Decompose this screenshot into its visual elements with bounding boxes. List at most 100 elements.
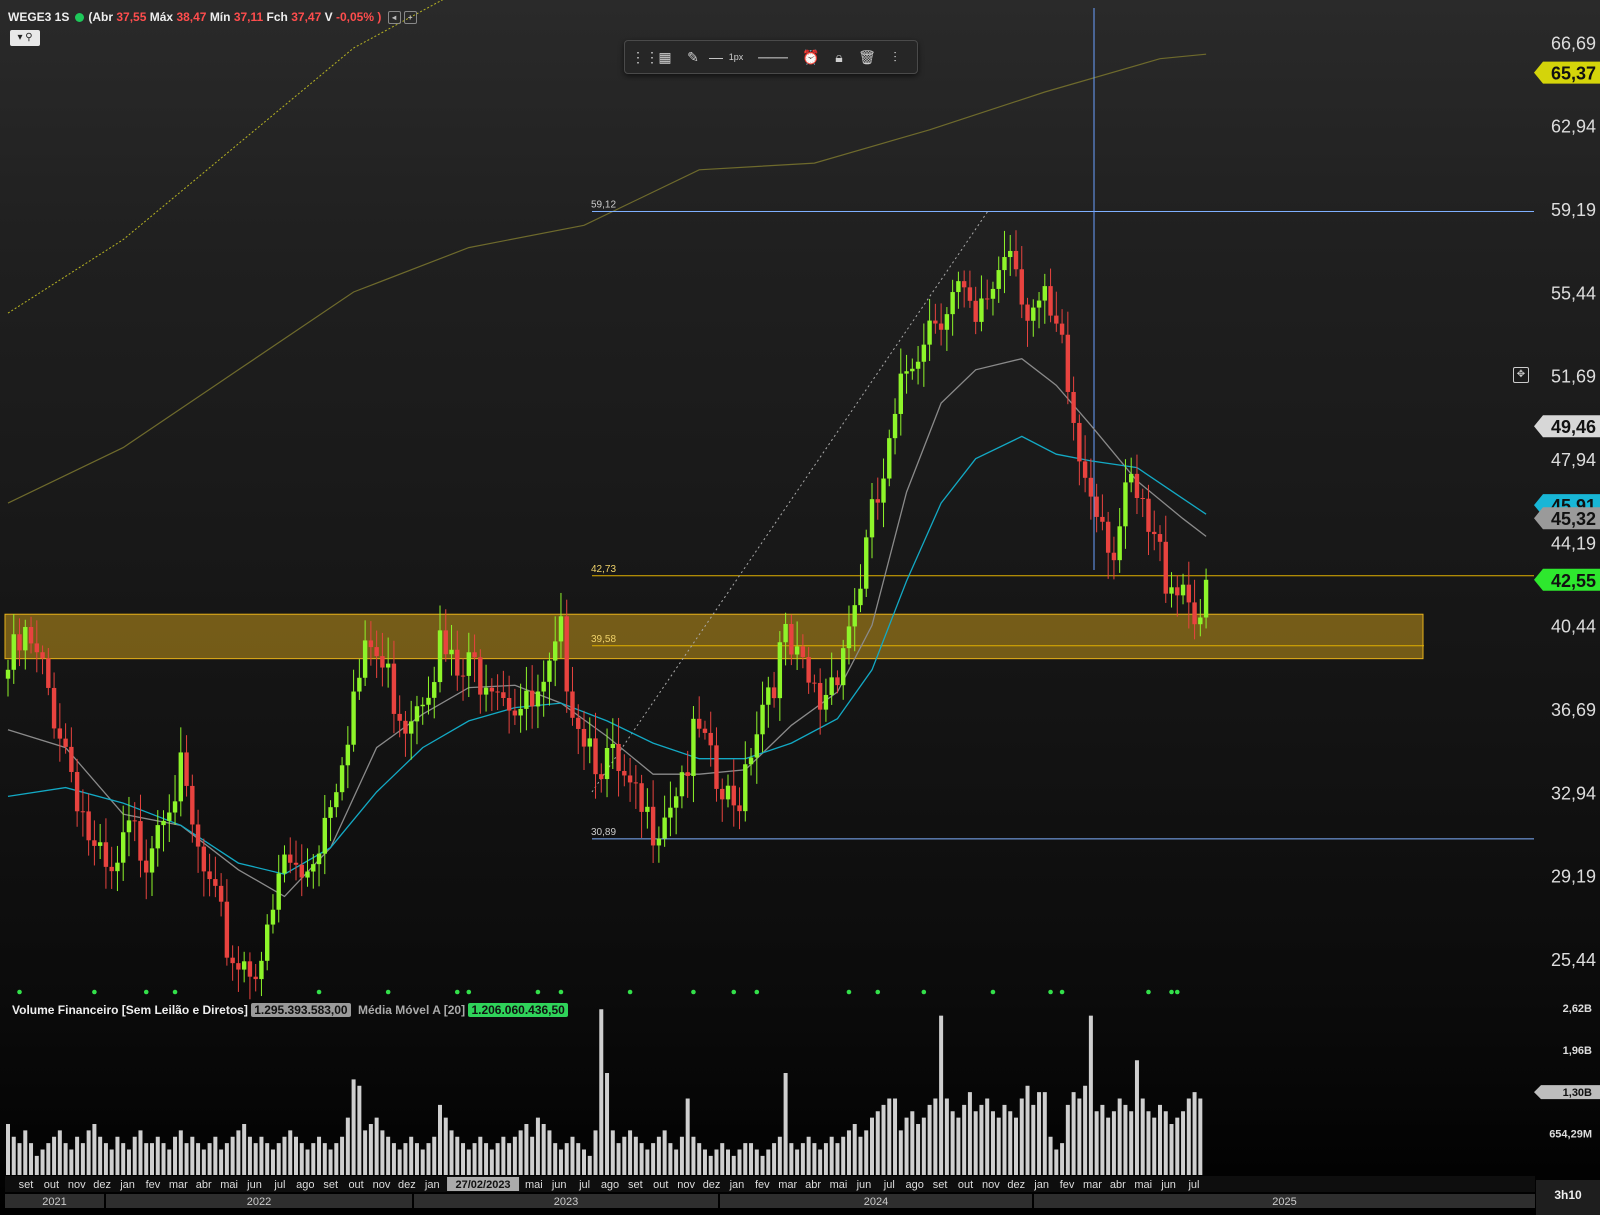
- signal-dot: [990, 989, 996, 995]
- volume-bar: [1083, 1085, 1088, 1175]
- volume-bar: [1169, 1124, 1174, 1175]
- candle-down: [1019, 269, 1024, 305]
- indicator-toggle-button[interactable]: ▾ ⚲: [10, 30, 40, 46]
- candle-up: [437, 630, 443, 683]
- signal-dot: [1169, 989, 1174, 995]
- volume-bar: [754, 1149, 759, 1175]
- candle-up: [334, 792, 339, 808]
- month-label: set: [933, 1179, 948, 1191]
- volume-bar: [380, 1130, 385, 1175]
- volume-bar: [495, 1143, 500, 1175]
- line-width-label[interactable]: 1px: [725, 41, 747, 73]
- volume-bar: [1140, 1098, 1145, 1175]
- timeframe-label[interactable]: 3h10: [1536, 1180, 1600, 1215]
- volume-bar: [1134, 1060, 1139, 1175]
- candle-up: [892, 413, 898, 439]
- candle-up: [547, 660, 552, 682]
- volume-bar: [1123, 1104, 1128, 1175]
- volume-bar: [489, 1149, 494, 1175]
- crosshair-scale-icon[interactable]: ✥: [1513, 367, 1529, 383]
- candle-up: [910, 368, 915, 372]
- candle-up: [1198, 617, 1203, 625]
- candle-up: [748, 757, 754, 765]
- horizontal-levels: 59,12 42,73 39,58 30,89: [591, 200, 1534, 840]
- candle-down: [380, 656, 385, 668]
- volume-bar: [196, 1143, 201, 1175]
- candle-up: [760, 704, 765, 735]
- line-style-icon[interactable]: —: [707, 41, 725, 73]
- candle-up: [149, 848, 155, 873]
- volume-bar: [668, 1143, 673, 1175]
- candle-up: [1031, 307, 1036, 321]
- volume-bar: [1158, 1104, 1162, 1175]
- candle-up: [645, 806, 650, 812]
- candle-up: [357, 677, 362, 692]
- candle-up: [673, 796, 679, 808]
- price-chart[interactable]: 59,1242,7339,5830,89 70,4466,6962,9459,1…: [0, 0, 1600, 1215]
- volume-bar: [812, 1143, 817, 1175]
- volume-bar: [1014, 1117, 1018, 1175]
- volume-bar: [887, 1098, 892, 1175]
- volume-bar: [524, 1124, 529, 1175]
- signal-dot: [1146, 989, 1151, 995]
- volume-bar: [962, 1104, 967, 1175]
- candle-down: [806, 657, 811, 683]
- template-grid-icon[interactable]: ▦: [655, 41, 675, 73]
- month-label: ago: [296, 1179, 314, 1191]
- month-label: jan: [1033, 1179, 1049, 1191]
- pencil-color-icon[interactable]: ✎: [683, 41, 703, 73]
- volume-bar: [870, 1117, 874, 1175]
- line-type-selector[interactable]: ───: [751, 41, 795, 73]
- add-indicator-icon[interactable]: +: [403, 11, 417, 25]
- settings-sliders-icon[interactable]: ⫶: [885, 41, 905, 73]
- candle-down: [184, 752, 189, 786]
- candle-down: [961, 281, 967, 288]
- volume-bar: [743, 1143, 748, 1175]
- signal-dot: [627, 989, 633, 995]
- volume-bar: [714, 1149, 719, 1175]
- volume-bar: [1163, 1111, 1168, 1175]
- candle-up: [668, 807, 673, 818]
- alarm-icon[interactable]: ⏰: [801, 41, 821, 73]
- volume-bar: [944, 1098, 949, 1175]
- candle-up: [535, 691, 541, 707]
- candle-down: [1146, 498, 1151, 532]
- month-label: set: [323, 1179, 338, 1191]
- month-label: set: [19, 1179, 34, 1191]
- candle-down: [1175, 587, 1180, 596]
- volume-bar: [322, 1143, 327, 1175]
- candle-down: [593, 738, 598, 775]
- candle-up: [466, 652, 471, 676]
- month-label: mai: [525, 1179, 543, 1191]
- level-label: 42,73: [591, 564, 616, 575]
- month-label: mai: [1134, 1179, 1152, 1191]
- volume-bar: [547, 1130, 552, 1175]
- candle-up: [1123, 482, 1128, 527]
- volume-bar: [368, 1124, 373, 1175]
- year-label: 2021: [42, 1196, 66, 1208]
- candle-down: [207, 871, 212, 880]
- candle-up: [1008, 250, 1013, 258]
- lock-icon[interactable]: 🔒︎: [829, 41, 849, 73]
- price-tick-label: 29,19: [1551, 867, 1596, 887]
- volume-bar: [512, 1136, 517, 1175]
- volume-bar: [190, 1136, 195, 1175]
- candle-down: [1100, 516, 1105, 522]
- collapse-arrow-icon[interactable]: ◂: [387, 11, 401, 25]
- candle-down: [702, 728, 708, 733]
- trash-icon[interactable]: 🗑︎: [857, 41, 877, 73]
- volume-bar: [766, 1149, 771, 1175]
- volume-bar: [996, 1117, 1001, 1175]
- volume-bar: [1129, 1111, 1134, 1175]
- year-label: 2025: [1272, 1196, 1296, 1208]
- signal-dot: [754, 989, 760, 995]
- volume-bar: [351, 1079, 356, 1175]
- price-badge-label: 49,46: [1551, 417, 1596, 437]
- candle-down: [299, 864, 304, 878]
- signal-dot: [846, 989, 852, 995]
- candle-down: [455, 649, 460, 676]
- candle-down: [63, 738, 68, 747]
- fib-diagonal-line[interactable]: [591, 210, 989, 793]
- drag-handle-icon[interactable]: ⋮⋮: [631, 41, 659, 73]
- month-label: mai: [220, 1179, 238, 1191]
